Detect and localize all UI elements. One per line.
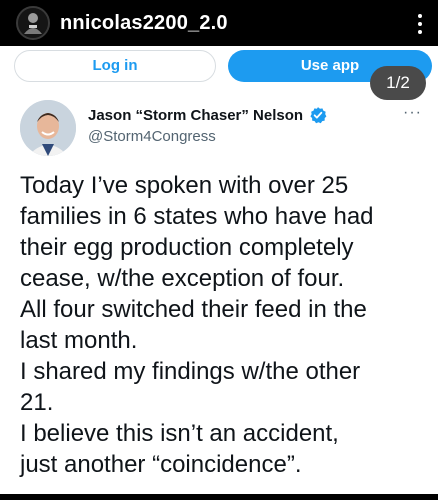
more-options-icon[interactable]: ···	[403, 104, 422, 122]
page-indicator: 1/2	[370, 66, 426, 100]
kebab-menu-icon[interactable]	[410, 10, 430, 38]
profile-avatar-icon[interactable]	[16, 6, 50, 40]
tweet-card: Log in Use app 1/2 Jason “Storm Chaser” …	[0, 46, 438, 494]
kebab-dot	[418, 14, 422, 18]
bottom-strip	[0, 494, 438, 500]
kebab-dot	[418, 30, 422, 34]
author-name[interactable]: Jason “Storm Chaser” Nelson	[88, 107, 303, 124]
tweet-text: Today I’ve spoken with over 25 families …	[20, 172, 374, 478]
instagram-username[interactable]: nnicolas2200_2.0	[60, 12, 228, 35]
kebab-dot	[418, 22, 422, 26]
login-button[interactable]: Log in	[14, 50, 216, 82]
author-avatar[interactable]	[20, 100, 76, 156]
instagram-header: nnicolas2200_2.0	[0, 0, 438, 46]
author-name-row: Jason “Storm Chaser” Nelson	[88, 106, 327, 124]
author-handle[interactable]: @Storm4Congress	[88, 128, 216, 145]
verified-badge-icon	[310, 107, 327, 124]
